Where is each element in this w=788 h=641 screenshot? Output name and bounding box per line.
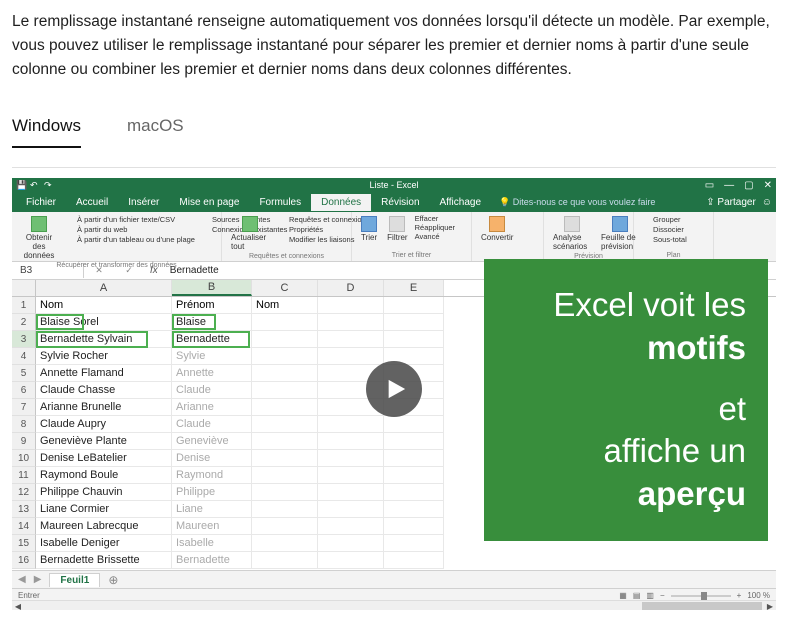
ribbon-item-subtotal[interactable]: Sous-total bbox=[640, 234, 687, 244]
add-sheet-icon[interactable]: ⊕ bbox=[108, 573, 118, 587]
play-button[interactable] bbox=[366, 361, 422, 417]
row-header[interactable]: 1 bbox=[12, 297, 36, 314]
column-header-a[interactable]: A bbox=[36, 280, 172, 296]
ribbon-item-group[interactable]: Grouper bbox=[640, 214, 687, 224]
ribbon-get-data-button[interactable]: Obtenir des données bbox=[18, 214, 60, 262]
close-icon[interactable]: ✕ bbox=[764, 180, 772, 191]
column-header-e[interactable]: E bbox=[384, 280, 444, 296]
column-header-c[interactable]: C bbox=[252, 280, 318, 296]
tab-windows[interactable]: Windows bbox=[12, 110, 81, 148]
sheet-nav-prev-icon[interactable]: ◀ bbox=[18, 574, 26, 585]
ribbon-group-label: Requêtes et connexions bbox=[228, 253, 345, 260]
cell[interactable] bbox=[318, 297, 384, 314]
ribbon-group-label: Trier et filtrer bbox=[358, 252, 465, 259]
horizontal-scrollbar[interactable]: ◀ ▶ bbox=[12, 600, 776, 610]
smiley-icon[interactable]: ☺ bbox=[762, 197, 772, 208]
play-icon bbox=[385, 378, 407, 400]
ribbon-item-reapply[interactable]: Réappliquer bbox=[415, 223, 455, 232]
ribbon-item-from-web[interactable]: À partir du web bbox=[64, 224, 195, 234]
menu-affichage[interactable]: Affichage bbox=[430, 194, 492, 211]
view-normal-icon[interactable]: ▦ bbox=[619, 591, 627, 600]
column-header-b[interactable]: B bbox=[172, 280, 252, 296]
sheet-tab[interactable]: Feuil1 bbox=[49, 573, 100, 587]
scroll-left-icon[interactable]: ◀ bbox=[12, 601, 24, 611]
zoom-slider[interactable] bbox=[671, 595, 731, 597]
sheet-tabs-bar: ◀ ▶ Feuil1 ⊕ bbox=[12, 570, 776, 588]
ribbon: Obtenir des données À partir d'un fichie… bbox=[12, 212, 776, 262]
cell[interactable]: Nom bbox=[252, 297, 318, 314]
ribbon-refresh-all-button[interactable]: Actualiser tout bbox=[228, 214, 272, 253]
tell-me-box[interactable]: 💡 Dites-nous ce que vous voulez faire bbox=[499, 197, 655, 208]
zoom-out-icon[interactable]: − bbox=[660, 591, 665, 600]
view-layout-icon[interactable]: ▤ bbox=[633, 591, 641, 600]
cell[interactable] bbox=[384, 297, 444, 314]
tab-macos[interactable]: macOS bbox=[127, 110, 184, 148]
status-text: Entrer bbox=[18, 591, 40, 600]
excel-menubar: Fichier Accueil Insérer Mise en page For… bbox=[12, 192, 776, 212]
menu-mise-en-page[interactable]: Mise en page bbox=[169, 194, 249, 211]
menu-inserer[interactable]: Insérer bbox=[118, 194, 169, 211]
column-header-d[interactable]: D bbox=[318, 280, 384, 296]
divider bbox=[12, 167, 776, 168]
ribbon-scenario-button[interactable]: Analyse scénarios bbox=[550, 214, 594, 253]
ribbon-group-label: Récupérer et transformer des données bbox=[18, 262, 215, 269]
ribbon-item-advanced[interactable]: Avancé bbox=[415, 232, 455, 241]
save-icon[interactable]: 💾 bbox=[16, 180, 26, 190]
ribbon-item-from-csv[interactable]: À partir d'un fichier texte/CSV bbox=[64, 214, 195, 224]
ribbon-convert-button[interactable]: Convertir bbox=[478, 214, 516, 244]
redo-icon[interactable]: ↷ bbox=[44, 180, 54, 190]
maximize-icon[interactable]: ▢ bbox=[744, 180, 753, 191]
undo-icon[interactable]: ↶ bbox=[30, 180, 40, 190]
ribbon-group-label: Plan bbox=[640, 252, 707, 259]
zoom-in-icon[interactable]: + bbox=[737, 591, 742, 600]
ribbon-sort-button[interactable]: Trier bbox=[358, 214, 380, 244]
view-pagebreak-icon[interactable]: ▥ bbox=[646, 591, 654, 600]
menu-revision[interactable]: Révision bbox=[371, 194, 429, 211]
window-title: Liste - Excel bbox=[369, 180, 418, 190]
ribbon-item-ungroup[interactable]: Dissocier bbox=[640, 224, 687, 234]
intro-paragraph: Le remplissage instantané renseigne auto… bbox=[12, 10, 776, 82]
ribbon-item-from-table[interactable]: À partir d'un tableau ou d'une plage bbox=[64, 234, 195, 244]
scroll-thumb[interactable] bbox=[642, 602, 762, 610]
menu-donnees[interactable]: Données bbox=[311, 194, 371, 211]
share-button[interactable]: ⇪ Partager bbox=[706, 197, 756, 208]
ribbon-options-icon[interactable]: ▭ bbox=[705, 180, 714, 191]
cell[interactable]: Prénom bbox=[172, 297, 252, 314]
menu-fichier[interactable]: Fichier bbox=[16, 194, 66, 211]
overlay-caption: Excel voit les motifs et affiche un aper… bbox=[484, 259, 768, 541]
scroll-right-icon[interactable]: ▶ bbox=[764, 601, 776, 611]
cell[interactable]: Nom bbox=[36, 297, 172, 314]
menu-accueil[interactable]: Accueil bbox=[66, 194, 118, 211]
zoom-level[interactable]: 100 % bbox=[747, 591, 770, 600]
platform-tabs: Windows macOS bbox=[12, 110, 776, 149]
ribbon-filter-button[interactable]: Filtrer bbox=[384, 214, 410, 244]
menu-formules[interactable]: Formules bbox=[249, 194, 311, 211]
minimize-icon[interactable]: — bbox=[724, 180, 734, 191]
ribbon-item-clear[interactable]: Effacer bbox=[415, 214, 455, 223]
video-thumbnail[interactable]: 💾 ↶ ↷ Liste - Excel ▭ — ▢ ✕ Fichier Accu… bbox=[12, 178, 776, 600]
excel-titlebar: 💾 ↶ ↷ Liste - Excel ▭ — ▢ ✕ bbox=[12, 178, 776, 192]
sheet-nav-next-icon[interactable]: ▶ bbox=[34, 574, 42, 585]
